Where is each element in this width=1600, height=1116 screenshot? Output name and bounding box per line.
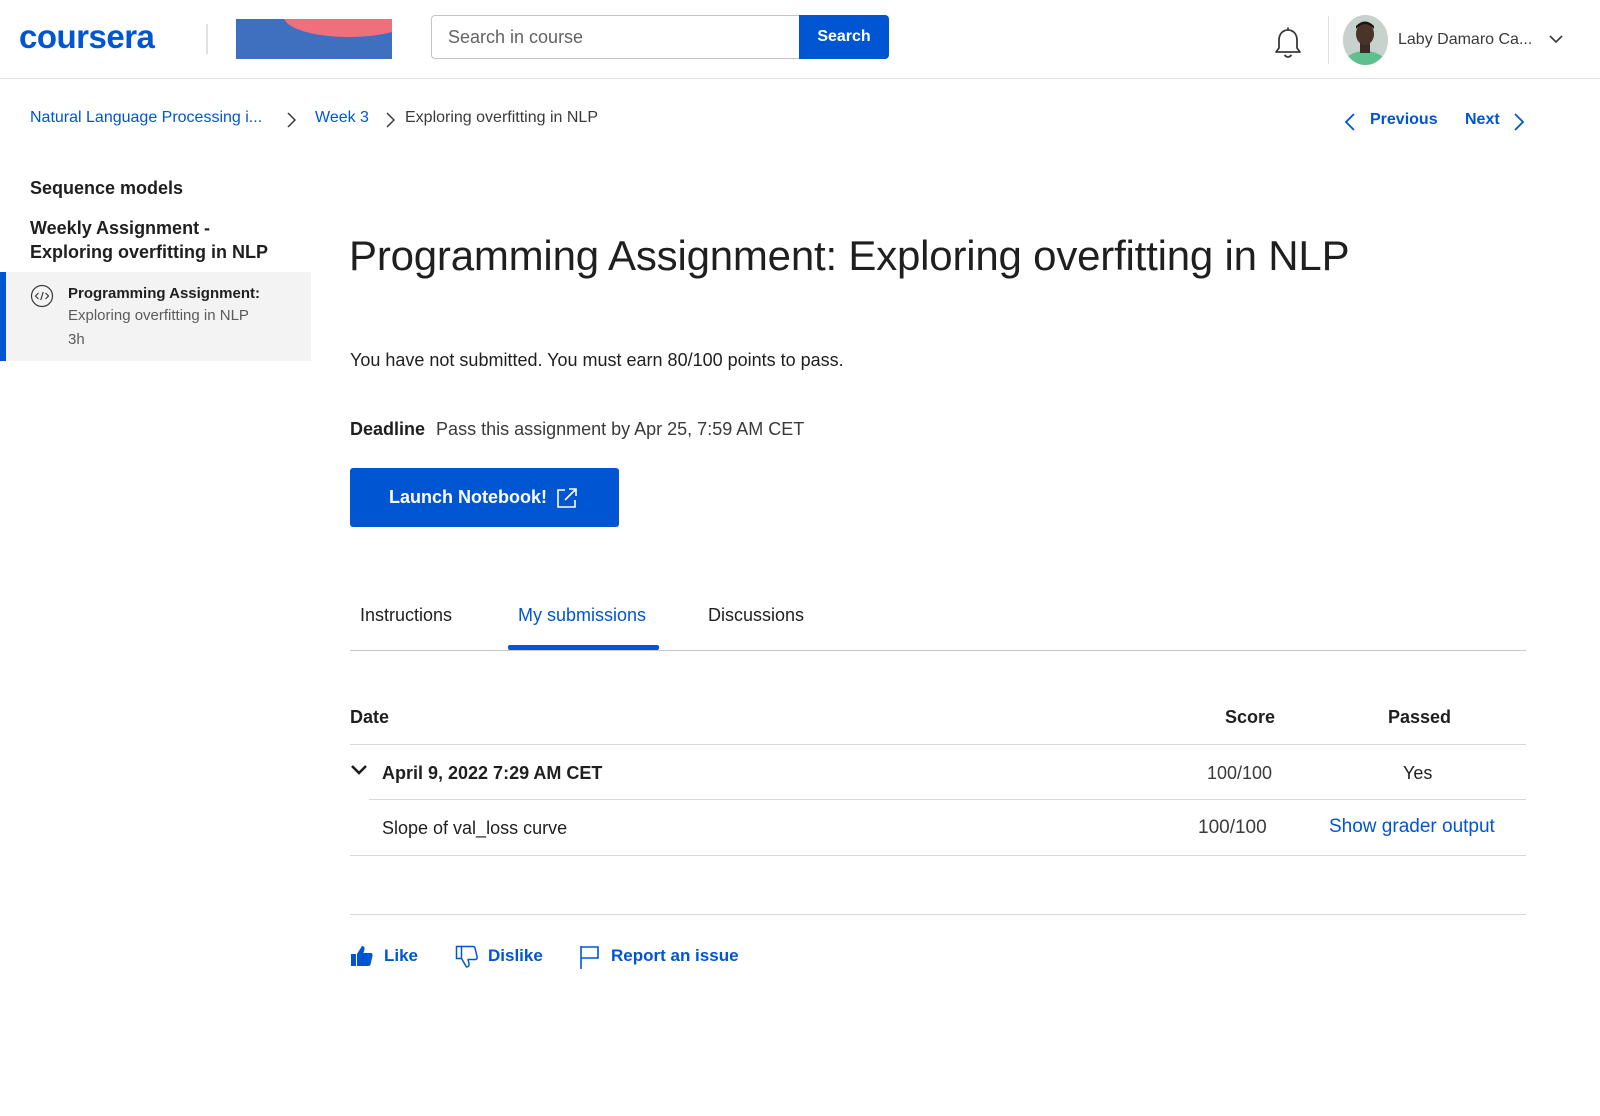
- chevron-down-icon[interactable]: [350, 763, 368, 777]
- submission-status: You have not submitted. You must earn 80…: [350, 350, 844, 370]
- breadcrumb-course-link[interactable]: Natural Language Processing i...: [30, 109, 262, 127]
- sidebar-item-duration: 3h: [68, 331, 85, 348]
- chevron-right-icon: [386, 112, 395, 128]
- sidebar-item-title: Exploring overfitting in NLP: [68, 307, 249, 324]
- sidebar-section-title: Sequence models: [30, 178, 184, 198]
- column-header-date: Date: [350, 707, 390, 727]
- search-input[interactable]: [431, 15, 799, 59]
- chevron-right-icon: [1514, 113, 1525, 131]
- avatar[interactable]: [1343, 15, 1388, 65]
- report-issue-button[interactable]: Report an issue: [579, 944, 739, 970]
- external-link-icon: [557, 488, 577, 508]
- deadline-value: Pass this assignment by Apr 25, 7:59 AM …: [436, 419, 805, 439]
- search-button[interactable]: Search: [799, 15, 889, 59]
- tab-instructions[interactable]: Instructions: [360, 605, 452, 626]
- sidebar-item-type: Programming Assignment:: [68, 285, 260, 302]
- sidebar-item-programming-assignment[interactable]: Programming Assignment: Exploring overfi…: [0, 272, 311, 361]
- user-name[interactable]: Laby Damaro Ca...: [1398, 31, 1532, 49]
- like-button[interactable]: Like: [350, 944, 420, 970]
- test-name: Slope of val_loss curve: [382, 818, 568, 838]
- previous-label: Previous: [1370, 111, 1438, 128]
- next-label: Next: [1465, 111, 1500, 128]
- feedback-divider: [350, 914, 1526, 915]
- top-header: coursera Search Laby Damaro Ca...: [0, 0, 1600, 79]
- flag-icon: [580, 946, 599, 969]
- report-issue-label: Report an issue: [611, 946, 739, 965]
- column-header-score: Score: [1225, 707, 1276, 727]
- partner-logo[interactable]: [236, 19, 392, 59]
- dislike-button[interactable]: Dislike: [455, 944, 545, 970]
- chevron-left-icon: [1344, 113, 1355, 131]
- launch-notebook-button[interactable]: Launch Notebook!: [350, 468, 619, 527]
- thumbs-down-icon: [455, 945, 478, 968]
- table-bottom-divider: [350, 855, 1526, 856]
- code-icon: [30, 284, 54, 308]
- launch-notebook-label: Launch Notebook!: [389, 487, 547, 507]
- notification-bell-icon[interactable]: [1272, 26, 1304, 60]
- header-divider: [350, 744, 1526, 745]
- tab-discussions[interactable]: Discussions: [708, 605, 804, 626]
- submission-date: April 9, 2022 7:29 AM CET: [382, 763, 603, 783]
- page-title: Programming Assignment: Exploring overfi…: [349, 232, 1350, 279]
- coursera-logo[interactable]: coursera: [19, 18, 155, 56]
- thumbs-up-icon: [351, 946, 373, 966]
- tab-my-submissions[interactable]: My submissions: [518, 605, 646, 626]
- dislike-label: Dislike: [488, 946, 543, 965]
- column-header-passed: Passed: [1388, 707, 1452, 727]
- user-divider: [1328, 16, 1329, 64]
- chevron-down-icon[interactable]: [1549, 34, 1563, 44]
- sidebar-group-title[interactable]: Weekly Assignment - Exploring overfittin…: [30, 216, 290, 264]
- submission-score: 100/100: [1207, 763, 1273, 783]
- breadcrumb-week-link[interactable]: Week 3: [315, 109, 369, 127]
- active-tab-indicator: [508, 645, 659, 650]
- like-label: Like: [384, 946, 419, 965]
- breadcrumb-current: Exploring overfitting in NLP: [405, 109, 598, 126]
- show-grader-output-link[interactable]: Show grader output: [1329, 816, 1495, 838]
- tab-bar: Instructions My submissions Discussions: [350, 590, 1526, 651]
- test-score: 100/100: [1198, 817, 1267, 838]
- submission-passed: Yes: [1403, 763, 1433, 783]
- deadline: Deadline Pass this assignment by Apr 25,…: [350, 419, 804, 440]
- chevron-right-icon: [287, 112, 296, 128]
- row-divider: [369, 799, 1526, 800]
- deadline-label: Deadline: [350, 419, 426, 439]
- logo-divider: [206, 24, 208, 54]
